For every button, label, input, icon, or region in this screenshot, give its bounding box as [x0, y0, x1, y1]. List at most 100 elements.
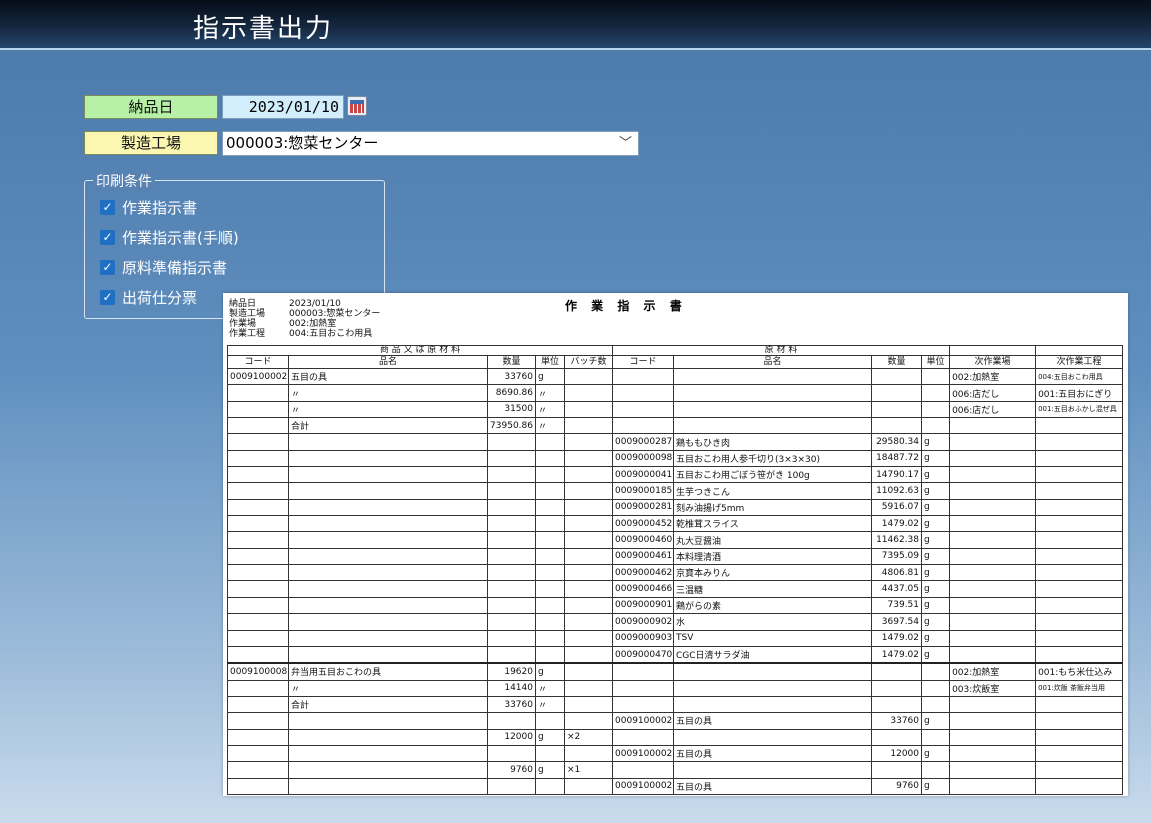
- col-mat-qty-cell: [871, 384, 923, 402]
- col-unit-cell: [535, 515, 565, 533]
- col-qty-cell: [487, 629, 536, 647]
- col-mat-name-cell: 乾椎茸スライス: [673, 515, 873, 533]
- col-batch-cell: [563, 695, 614, 714]
- col-mat-qty-cell: 18487.72: [871, 449, 923, 468]
- col-next-process-cell: [1035, 417, 1124, 435]
- col-mat-code-cell: 0009100002: [612, 777, 675, 795]
- col-mat-unit-cell: g: [921, 449, 951, 468]
- col-mat-unit-cell: g: [921, 712, 951, 730]
- col-mat-name-cell: 五目の具: [673, 744, 873, 763]
- col-unit-cell: [535, 645, 565, 664]
- col-mat-unit-cell: g: [921, 564, 951, 582]
- col-name-cell: 合計: [288, 417, 488, 435]
- col-batch-cell: [563, 531, 614, 549]
- col-next-place-cell: [949, 761, 1037, 779]
- col-mat-qty-cell: 1479.02: [871, 515, 923, 533]
- col-next-process-cell: [1035, 498, 1124, 517]
- table-row: 0009000185 生芋つきこん 11092.63 g: [227, 482, 1124, 500]
- col-name-cell: [288, 596, 488, 615]
- col-next-process-cell: [1035, 433, 1124, 451]
- col-qty-cell: 33760: [487, 695, 536, 714]
- col-batch-cell: ×2: [563, 728, 614, 746]
- col-qty-header: 数量: [487, 355, 536, 369]
- group-header-right: 原 材 料: [612, 345, 951, 356]
- col-mat-qty-cell: 33760: [871, 712, 923, 730]
- col-name-cell: [288, 744, 488, 763]
- col-mat-unit-cell: g: [921, 596, 951, 615]
- col-next-place-cell: [949, 613, 1037, 631]
- col-mat-name-cell: [673, 400, 873, 419]
- delivery-date-input[interactable]: 2023/01/10: [222, 95, 344, 119]
- col-next-place-cell: 006:店だし: [949, 384, 1037, 402]
- col-mat-qty-cell: 9760: [871, 777, 923, 795]
- checkbox-checked-icon[interactable]: ✓: [100, 289, 115, 305]
- option-shipping-slip[interactable]: ✓ 出荷仕分票: [100, 285, 197, 309]
- col-mat-unit-cell: [921, 400, 951, 419]
- option-work-instruction[interactable]: ✓ 作業指示書: [100, 195, 197, 219]
- table-row: 0009000461 本料理清酒 7395.09 g: [227, 547, 1124, 566]
- col-code-cell: [227, 531, 289, 549]
- col-unit-cell: [535, 777, 565, 795]
- col-mat-qty-cell: [871, 662, 923, 681]
- col-next-process-cell: [1035, 580, 1124, 598]
- col-mat-unit-cell: g: [921, 629, 951, 647]
- col-mat-code-cell: 0009100002: [612, 712, 675, 730]
- col-mat-qty-cell: 29580.34: [871, 433, 923, 451]
- col-mat-code-cell: 0009000041: [612, 466, 675, 484]
- col-unit-cell: [535, 482, 565, 500]
- col-mat-qty-cell: 1479.02: [871, 629, 923, 647]
- col-batch-cell: [563, 712, 614, 730]
- col-code-cell: [227, 482, 289, 500]
- col-name-cell: [288, 482, 488, 500]
- col-unit-cell: [535, 580, 565, 598]
- table-row: 0009000466 三温糖 4437.05 g: [227, 580, 1124, 598]
- calendar-icon[interactable]: [347, 96, 367, 116]
- col-batch-cell: [563, 482, 614, 500]
- checkbox-checked-icon[interactable]: ✓: [100, 199, 115, 215]
- checkbox-checked-icon[interactable]: ✓: [100, 259, 115, 275]
- col-mat-unit-cell: [921, 384, 951, 402]
- col-mat-unit-cell: g: [921, 433, 951, 451]
- col-next-process-cell: [1035, 728, 1124, 746]
- col-mat-unit-cell: [921, 417, 951, 435]
- col-next-place-cell: [949, 645, 1037, 664]
- col-mat-qty-cell: 3697.54: [871, 613, 923, 631]
- col-qty-cell: [487, 596, 536, 615]
- col-mat-qty-cell: 4806.81: [871, 564, 923, 582]
- col-code-cell: [227, 400, 289, 419]
- col-qty-cell: 19620: [487, 662, 536, 681]
- col-mat-code-cell: 0009000287: [612, 433, 675, 451]
- table-row: 0009000041 五目おこわ用ごぼう笹がき 100g 14790.17 g: [227, 466, 1124, 484]
- meta-label: 作業場: [229, 319, 257, 329]
- col-unit-cell: [535, 596, 565, 615]
- col-batch-cell: [563, 564, 614, 582]
- col-mat-qty-cell: 739.51: [871, 596, 923, 615]
- col-name-cell: [288, 433, 488, 451]
- table-row: 0009000901 鶏がらの素 739.51 g: [227, 596, 1124, 615]
- col-batch-cell: [563, 613, 614, 631]
- col-mat-code-cell: 0009000460: [612, 531, 675, 549]
- col-mat-unit-cell: g: [921, 580, 951, 598]
- col-batch-cell: [563, 580, 614, 598]
- col-name-cell: [288, 515, 488, 533]
- checkbox-checked-icon[interactable]: ✓: [100, 229, 115, 245]
- col-mat-unit-cell: [921, 662, 951, 681]
- option-work-instruction-procedure[interactable]: ✓ 作業指示書(手順): [100, 225, 239, 249]
- col-code-cell: [227, 466, 289, 484]
- col-mat-code-cell: 0009000185: [612, 482, 675, 500]
- factory-select-value: 000003:惣菜センター: [226, 134, 379, 152]
- chevron-down-icon: ﹀: [618, 136, 632, 151]
- col-name-cell: 〃: [288, 384, 488, 402]
- col-qty-cell: [487, 744, 536, 763]
- option-material-preparation[interactable]: ✓ 原料準備指示書: [100, 255, 227, 279]
- table-row: 0009100008 弁当用五目おこわの具 19620 g 002:加熱室 001:もち米…: [227, 662, 1124, 681]
- col-next-place-cell: [949, 466, 1037, 484]
- col-mat-qty-cell: 11462.38: [871, 531, 923, 549]
- table-row: 合計 73950.86 〃: [227, 417, 1124, 435]
- col-code-cell: [227, 449, 289, 468]
- table-row: 〃 31500 〃 006:店だし 001:五目おふかし混ぜ具: [227, 400, 1124, 419]
- factory-select[interactable]: 000003:惣菜センター ﹀: [222, 131, 639, 156]
- col-code-cell: [227, 515, 289, 533]
- col-code-cell: [227, 712, 289, 730]
- col-mat-qty-cell: 11092.63: [871, 482, 923, 500]
